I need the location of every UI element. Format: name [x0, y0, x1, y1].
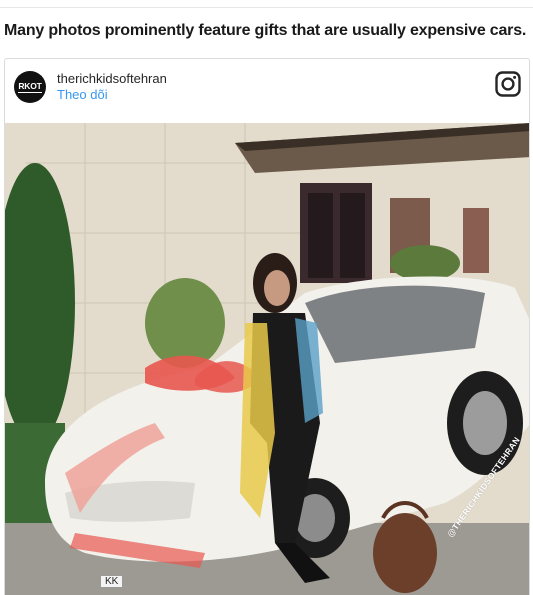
- avatar-text: RKOT: [18, 80, 42, 93]
- follow-link[interactable]: Theo dõi: [57, 87, 108, 102]
- post-photo[interactable]: KK @THERICHKIDSOFTEHRAN: [5, 123, 529, 595]
- instagram-embed: RKOT therichkidsoftehran Theo dõi KK @TH…: [4, 58, 530, 595]
- embed-header: RKOT therichkidsoftehran Theo dõi: [5, 59, 529, 119]
- username-link[interactable]: therichkidsoftehran: [57, 71, 167, 86]
- article-caption: Many photos prominently feature gifts th…: [4, 22, 527, 39]
- top-divider: [0, 7, 533, 8]
- avatar[interactable]: RKOT: [14, 71, 46, 103]
- instagram-icon[interactable]: [495, 71, 521, 97]
- license-plate: KK: [100, 575, 124, 588]
